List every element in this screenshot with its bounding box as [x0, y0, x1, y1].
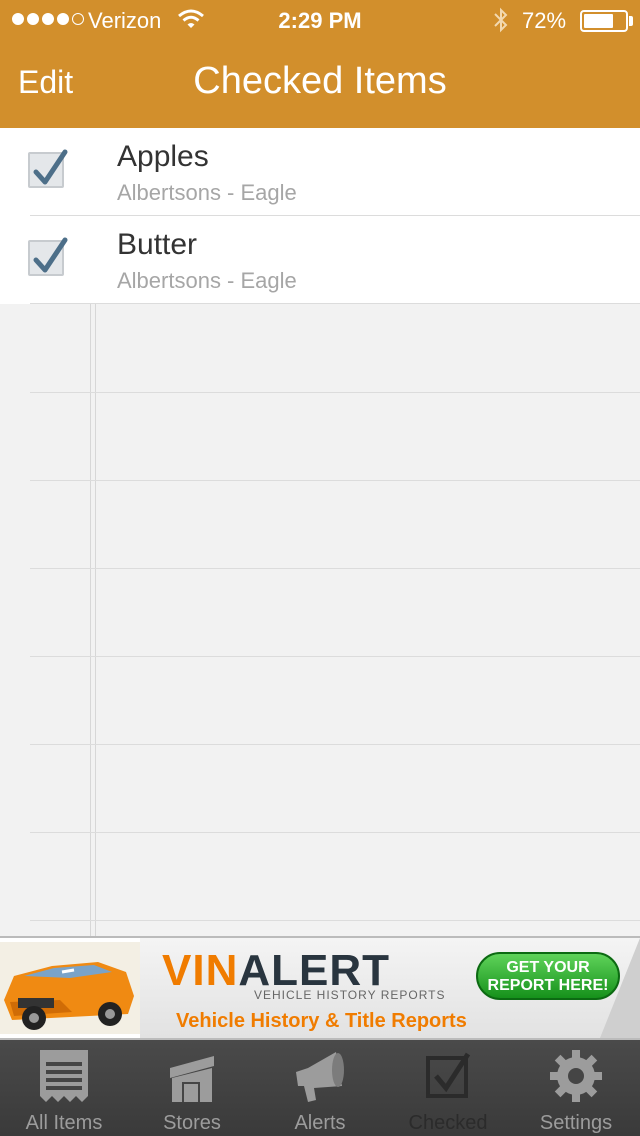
ad-tagline: Vehicle History & Title Reports: [176, 1010, 467, 1032]
tab-label: Settings: [539, 1112, 613, 1134]
bluetooth-icon: [492, 7, 510, 39]
item-store: Albertsons - Eagle: [117, 268, 297, 293]
item-checkbox[interactable]: [28, 237, 68, 276]
tab-alerts[interactable]: Alerts: [256, 1040, 384, 1136]
item-store: Albertsons - Eagle: [117, 180, 297, 205]
tab-label: Stores: [163, 1112, 221, 1134]
receipt-icon: [40, 1050, 88, 1102]
tab-label: Alerts: [294, 1112, 346, 1134]
tab-label: All Items: [25, 1112, 103, 1134]
battery-icon: [580, 10, 628, 32]
list-item[interactable]: Butter Albertsons - Eagle: [0, 216, 640, 304]
item-checkbox[interactable]: [28, 149, 68, 188]
item-name: Apples: [117, 140, 209, 173]
page-title: Checked Items: [193, 60, 447, 102]
checkmark-icon: [33, 237, 68, 273]
ad-cta-button[interactable]: GET YOUR REPORT HERE!: [476, 952, 620, 1000]
tab-bar: All Items Stores Alerts Checked Settings: [0, 1040, 640, 1136]
ad-banner[interactable]: VINALERT VEHICLE HISTORY REPORTS Vehicle…: [0, 936, 640, 1040]
tab-checked[interactable]: Checked: [384, 1040, 512, 1136]
megaphone-icon: [296, 1052, 344, 1102]
tab-all-items[interactable]: All Items: [0, 1040, 128, 1136]
gear-icon: [550, 1050, 602, 1102]
ad-subtitle: VEHICLE HISTORY REPORTS: [254, 988, 446, 1002]
store-icon: [170, 1056, 214, 1102]
car-image: [0, 942, 140, 1034]
tab-label: Checked: [408, 1112, 488, 1134]
tab-settings[interactable]: Settings: [512, 1040, 640, 1136]
list-item[interactable]: Apples Albertsons - Eagle: [0, 128, 640, 216]
checkbox-icon: [426, 1052, 471, 1098]
battery-percent: 72%: [522, 8, 567, 33]
tab-stores[interactable]: Stores: [128, 1040, 256, 1136]
item-name: Butter: [117, 228, 198, 261]
status-bar: Verizon 2:29 PM 72%: [0, 0, 640, 40]
checkmark-icon: [33, 149, 68, 185]
app-header: Verizon 2:29 PM 72% Edit Checked Items: [0, 0, 640, 128]
checked-items-list[interactable]: Apples Albertsons - Eagle Butter Alberts…: [0, 128, 640, 936]
